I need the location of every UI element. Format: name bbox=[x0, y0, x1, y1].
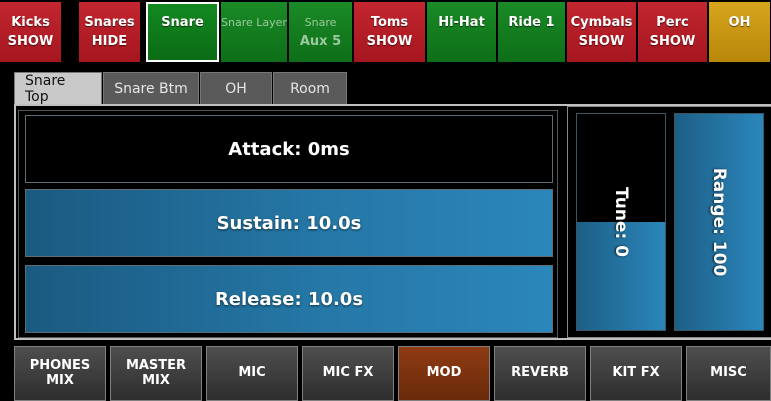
nav-master-mix[interactable]: MASTER MIX bbox=[110, 346, 202, 401]
range-slider[interactable]: Range: 100 bbox=[674, 113, 764, 331]
channel-sublabel: Aux 5 bbox=[299, 34, 342, 49]
channel-label: Snare Layer bbox=[221, 16, 287, 29]
channel-strip: Kicks SHOW Snares HIDE Snare Snare Layer… bbox=[0, 0, 771, 62]
channel-toms[interactable]: Toms SHOW bbox=[354, 2, 426, 62]
channel-kicks[interactable]: Kicks SHOW bbox=[0, 2, 62, 62]
channel-label: Snare bbox=[304, 16, 337, 29]
nav-mic[interactable]: MIC bbox=[206, 346, 298, 401]
nav-label: KIT FX bbox=[612, 365, 660, 381]
channel-sublabel: SHOW bbox=[7, 34, 54, 49]
channel-sublabel: SHOW bbox=[366, 34, 413, 49]
envelope-panel: Attack: 0ms Sustain: 10.0s Release: 10.0… bbox=[14, 104, 771, 340]
sustain-control[interactable]: Sustain: 10.0s bbox=[25, 189, 553, 257]
tab-room[interactable]: Room bbox=[273, 72, 347, 104]
channel-sublabel: HIDE bbox=[91, 34, 128, 49]
channel-snares[interactable]: Snares HIDE bbox=[79, 2, 141, 62]
nav-label: MIC bbox=[238, 365, 266, 381]
envelope-controls: Attack: 0ms Sustain: 10.0s Release: 10.0… bbox=[18, 110, 558, 338]
channel-label: Perc bbox=[656, 15, 689, 30]
range-label: Range: 100 bbox=[709, 167, 729, 277]
channel-oh[interactable]: OH bbox=[709, 2, 771, 62]
nav-misc[interactable]: MISC bbox=[686, 346, 771, 401]
tab-snare-btm[interactable]: Snare Btm bbox=[103, 72, 199, 104]
nav-label: MASTER MIX bbox=[125, 357, 187, 388]
channel-snare-layer[interactable]: Snare Layer bbox=[221, 2, 288, 62]
bottom-nav: PHONES MIX MASTER MIX MIC MIC FX MOD REV… bbox=[0, 340, 771, 401]
channel-cymbals[interactable]: Cymbals SHOW bbox=[567, 2, 637, 62]
nav-label: MISC bbox=[710, 365, 747, 381]
channel-label: Toms bbox=[370, 15, 409, 30]
attack-control[interactable]: Attack: 0ms bbox=[25, 115, 553, 183]
nav-label: REVERB bbox=[511, 365, 569, 381]
mic-tabs: Snare Top Snare Btm OH Room bbox=[14, 72, 348, 105]
nav-mod[interactable]: MOD bbox=[398, 346, 490, 401]
channel-label: Cymbals bbox=[570, 15, 633, 30]
channel-label: Hi-Hat bbox=[438, 15, 485, 30]
channel-snare-aux5[interactable]: Snare Aux 5 bbox=[289, 2, 353, 62]
release-control[interactable]: Release: 10.0s bbox=[25, 265, 553, 333]
channel-sublabel: SHOW bbox=[649, 34, 696, 49]
channel-perc[interactable]: Perc SHOW bbox=[638, 2, 708, 62]
tune-slider[interactable]: Tune: 0 bbox=[576, 113, 666, 331]
nav-label: MIC FX bbox=[322, 365, 374, 381]
nav-kit-fx[interactable]: KIT FX bbox=[590, 346, 682, 401]
channel-snare[interactable]: Snare bbox=[146, 2, 220, 62]
nav-mic-fx[interactable]: MIC FX bbox=[302, 346, 394, 401]
tab-oh[interactable]: OH bbox=[200, 72, 272, 104]
channel-hihat[interactable]: Hi-Hat bbox=[427, 2, 497, 62]
channel-label: Snares bbox=[84, 15, 135, 30]
channel-sublabel: SHOW bbox=[578, 34, 625, 49]
channel-label: Ride 1 bbox=[508, 15, 555, 30]
nav-reverb[interactable]: REVERB bbox=[494, 346, 586, 401]
tab-snare-top[interactable]: Snare Top bbox=[14, 72, 102, 105]
tune-range-panel: Tune: 0 Range: 100 bbox=[567, 106, 771, 338]
channel-label: Snare bbox=[161, 15, 204, 30]
channel-label: Kicks bbox=[11, 15, 50, 30]
nav-label: PHONES MIX bbox=[29, 357, 91, 388]
channel-label: OH bbox=[728, 15, 751, 30]
nav-label: MOD bbox=[426, 365, 462, 381]
nav-phones-mix[interactable]: PHONES MIX bbox=[14, 346, 106, 401]
tune-label: Tune: 0 bbox=[611, 186, 631, 258]
channel-ride1[interactable]: Ride 1 bbox=[498, 2, 566, 62]
